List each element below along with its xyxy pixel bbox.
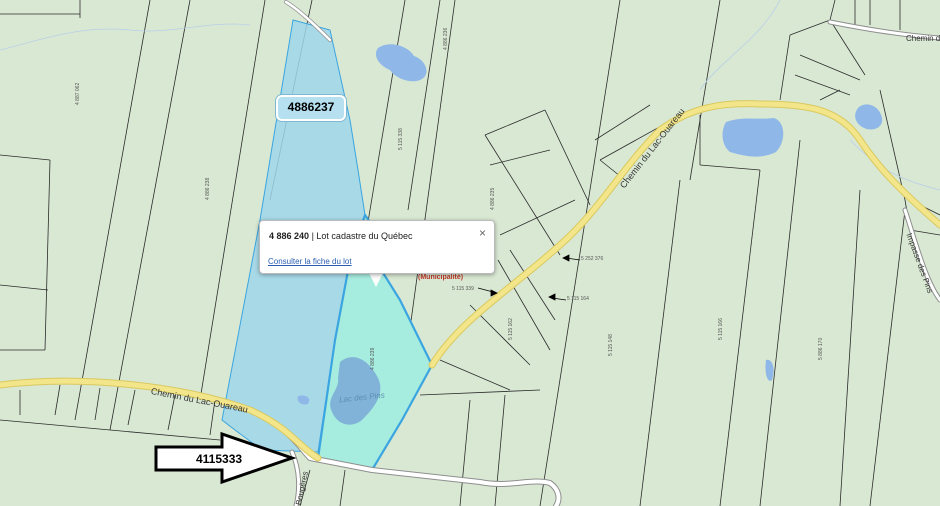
lot-number-label: 4 887 062 — [75, 82, 81, 105]
lot-number-label: 4 886 235 — [490, 187, 496, 210]
streams — [0, 0, 940, 191]
lot-number-label: 4 886 238 — [205, 177, 211, 200]
municipality-label: (Municipalité) — [418, 274, 464, 281]
lot-number-label: 5 115 339 — [452, 286, 474, 292]
arrow-lot-label: 4115333 — [196, 452, 243, 466]
lot-number-label: 5 115 148 — [608, 334, 614, 356]
lot-number-label: 5 886 170 — [818, 337, 824, 360]
popup-separator: | — [311, 231, 314, 241]
lot-number-label: 5 115 164 — [567, 296, 589, 302]
map-canvas[interactable]: 4886237 4115333 (Municipalité) Lac des P… — [0, 0, 940, 506]
lot-number-label: 5 252 376 — [581, 256, 604, 262]
lot-tag-label[interactable]: 4886237 — [276, 95, 346, 121]
lot-number-label: 5 115 162 — [508, 318, 514, 340]
popup-lot-number: 4 886 240 — [269, 231, 310, 241]
view-lot-link[interactable]: Consulter la fiche du lot — [268, 257, 352, 266]
lot-number-label: 4 886 236 — [443, 27, 449, 50]
road-label-north: Chemin du — [906, 34, 940, 43]
lot-number-label: 5 115 166 — [718, 318, 724, 340]
popup-lot-type: Lot cadastre du Québec — [316, 231, 413, 241]
lot-info-popup: 4 886 240 | Lot cadastre du Québec × Con… — [259, 220, 495, 274]
close-icon[interactable]: × — [479, 226, 486, 240]
popup-title: 4 886 240 | Lot cadastre du Québec — [269, 231, 413, 241]
lot-number-label: 5 115 338 — [398, 128, 404, 150]
lot-number-label: 4 886 239 — [370, 347, 376, 370]
